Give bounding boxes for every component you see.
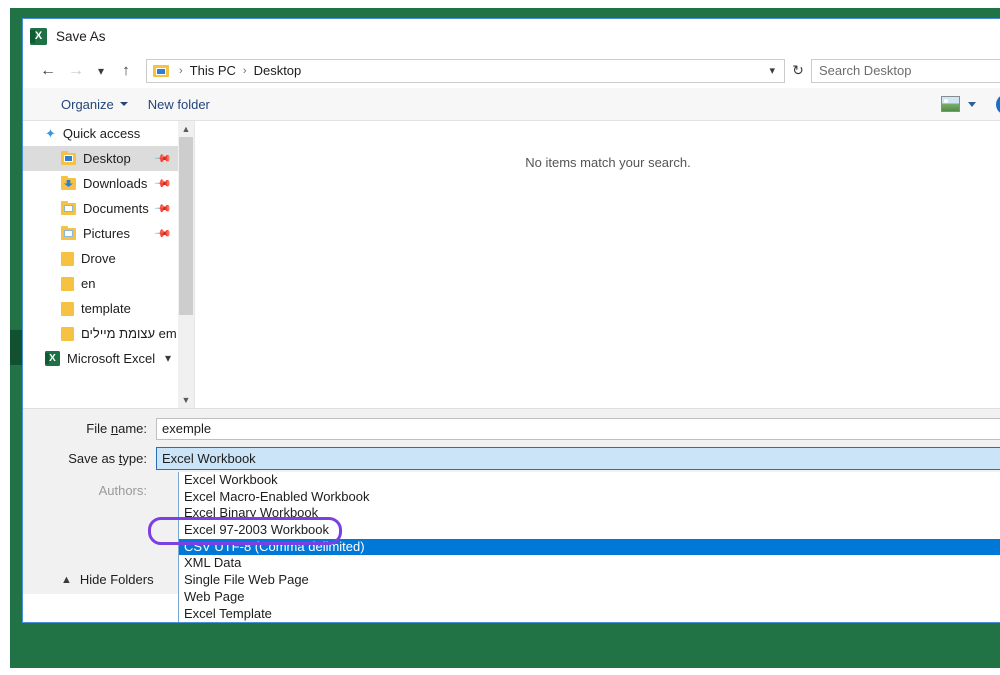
dropdown-option-selected[interactable]: CSV UTF-8 (Comma delimited) (179, 538, 1000, 556)
dialog-title: Save As (56, 28, 106, 44)
folder-icon (61, 276, 74, 291)
nav-item-label: Quick access (62, 126, 141, 141)
nav-item-drove[interactable]: Drove (23, 246, 178, 271)
hide-folders-button[interactable]: ▲ Hide Folders (61, 572, 154, 587)
view-options-chevron-down-icon[interactable] (962, 94, 982, 114)
scroll-down-chevron-down-icon[interactable]: ▼ (178, 392, 194, 408)
toolbar-right-group (941, 93, 1000, 115)
breadcrumb-separator-1: › (242, 64, 247, 77)
dropdown-option[interactable]: Excel Macro-Enabled Workbook (179, 489, 1000, 506)
folder-desktop-icon (61, 150, 76, 165)
hide-folders-label: Hide Folders (79, 572, 154, 587)
authors-label: Authors: (98, 483, 147, 498)
nav-item-label: Downloads (83, 176, 148, 191)
dropdown-option[interactable]: Single File Web Page (179, 572, 1000, 589)
folder-desktop-icon (153, 64, 169, 77)
file-name-value: exemple (162, 421, 212, 436)
pin-icon[interactable]: 📌 (154, 149, 173, 168)
folder-downloads-icon (61, 175, 76, 190)
search-input[interactable]: Search Desktop ⌕ (811, 58, 1000, 83)
pin-icon[interactable]: 📌 (154, 224, 173, 243)
nav-item-label: Drove (81, 251, 116, 266)
file-name-row: File name: exemple (23, 417, 1000, 440)
nav-item-label: en (81, 276, 96, 291)
save-as-type-dropdown[interactable]: Excel Workbook Excel Macro-Enabled Workb… (178, 472, 1000, 623)
breadcrumb-separator-0: › (179, 64, 183, 77)
folder-icon (61, 326, 74, 341)
up-one-level-icon[interactable]: ↑ (112, 57, 140, 85)
empty-list-message: No items match your search. (525, 155, 691, 170)
back-icon[interactable]: ← (34, 57, 62, 85)
address-bar[interactable]: › This PC › Desktop ▾ (146, 58, 785, 83)
organize-label: Organize (61, 96, 114, 112)
star-icon: ✦ (45, 125, 56, 141)
nav-item-label: Pictures (83, 226, 130, 241)
help-circle-icon[interactable] (996, 93, 1000, 115)
save-as-type-row: Save as type: Excel Workbook (23, 447, 1000, 470)
nav-item-label: template (81, 301, 131, 316)
address-chevron-down-icon[interactable]: ▾ (760, 64, 784, 77)
command-toolbar: Organize New folder (23, 88, 1000, 121)
chevron-down-icon[interactable]: ▾ (165, 351, 171, 365)
dropdown-option[interactable]: Excel 97-2003 Workbook (179, 522, 1000, 539)
save-as-dialog: Save As ← → ▾ ↑ › This PC › Desktop ▾ ↻ … (22, 18, 1000, 623)
folder-icon (61, 301, 74, 316)
chevron-up-icon: ▲ (61, 573, 72, 586)
refresh-icon[interactable]: ↻ (785, 59, 811, 83)
forward-icon[interactable]: → (62, 57, 90, 85)
nav-item-downloads[interactable]: Downloads 📌 (23, 171, 178, 196)
breadcrumb-item-this-pc[interactable]: This PC (188, 63, 238, 78)
chevron-down-icon (119, 102, 128, 106)
dropdown-option[interactable]: Excel Binary Workbook (179, 505, 1000, 522)
nav-item-documents[interactable]: Documents 📌 (23, 196, 178, 221)
excel-icon (45, 351, 60, 366)
nav-item-template[interactable]: template (23, 296, 178, 321)
save-as-type-combobox[interactable]: Excel Workbook (156, 447, 1000, 470)
folder-icon (61, 251, 74, 266)
nav-item-hebrew-folder[interactable]: עצומת מיילים em (23, 321, 178, 346)
scrollbar-thumb[interactable] (179, 137, 193, 315)
file-list[interactable]: No items match your search. (195, 121, 1000, 408)
dropdown-option[interactable]: Excel Workbook (179, 472, 1000, 489)
folder-pictures-icon (61, 225, 76, 240)
nav-item-label: Microsoft Excel (67, 351, 156, 366)
recent-locations-chevron-down-icon[interactable]: ▾ (90, 57, 112, 85)
dialog-titlebar: Save As (23, 19, 1000, 53)
nav-item-pictures[interactable]: Pictures 📌 (23, 221, 178, 246)
dialog-body: ✦ Quick access Desktop 📌 Downloads 📌 Doc… (23, 121, 1000, 408)
nav-item-label: עצומת מיילים em (81, 326, 177, 341)
new-folder-button[interactable]: New folder (138, 88, 220, 120)
pin-icon[interactable]: 📌 (154, 174, 173, 193)
dropdown-option[interactable]: XML Data (179, 555, 1000, 572)
save-as-type-value: Excel Workbook (162, 451, 256, 466)
view-layout-icon[interactable] (941, 96, 960, 112)
dropdown-option[interactable]: Web Page (179, 589, 1000, 606)
folder-documents-icon (61, 200, 76, 215)
organize-button[interactable]: Organize (51, 88, 138, 120)
navigation-pane: ✦ Quick access Desktop 📌 Downloads 📌 Doc… (23, 121, 178, 408)
search-placeholder: Search Desktop (819, 63, 912, 78)
nav-item-label: Desktop (83, 151, 131, 166)
navigation-bar: ← → ▾ ↑ › This PC › Desktop ▾ ↻ Search D… (23, 53, 1000, 88)
file-name-input[interactable]: exemple (156, 417, 1000, 440)
nav-item-microsoft-excel[interactable]: Microsoft Excel ▾ (23, 346, 178, 371)
nav-item-en[interactable]: en (23, 271, 178, 296)
file-name-label: File name: (86, 421, 147, 436)
nav-item-label: Documents (83, 201, 149, 216)
pin-icon[interactable]: 📌 (154, 199, 173, 218)
save-as-type-label: Save as type: (68, 451, 147, 466)
screenshot-root: Close Save As ← → ▾ ↑ › This PC › Deskto… (0, 0, 1000, 675)
scroll-up-chevron-up-icon[interactable]: ▲ (178, 121, 194, 137)
excel-icon (30, 27, 47, 45)
breadcrumb-item-desktop[interactable]: Desktop (252, 63, 304, 78)
new-folder-label: New folder (147, 96, 210, 112)
dropdown-option[interactable]: Excel Macro-Enabled Template (179, 622, 1000, 623)
navigation-pane-scrollbar[interactable]: ▲ ▼ (178, 121, 195, 408)
dropdown-option[interactable]: Excel Template (179, 606, 1000, 623)
nav-item-quick-access[interactable]: ✦ Quick access (23, 121, 178, 146)
nav-item-desktop[interactable]: Desktop 📌 (23, 146, 178, 171)
